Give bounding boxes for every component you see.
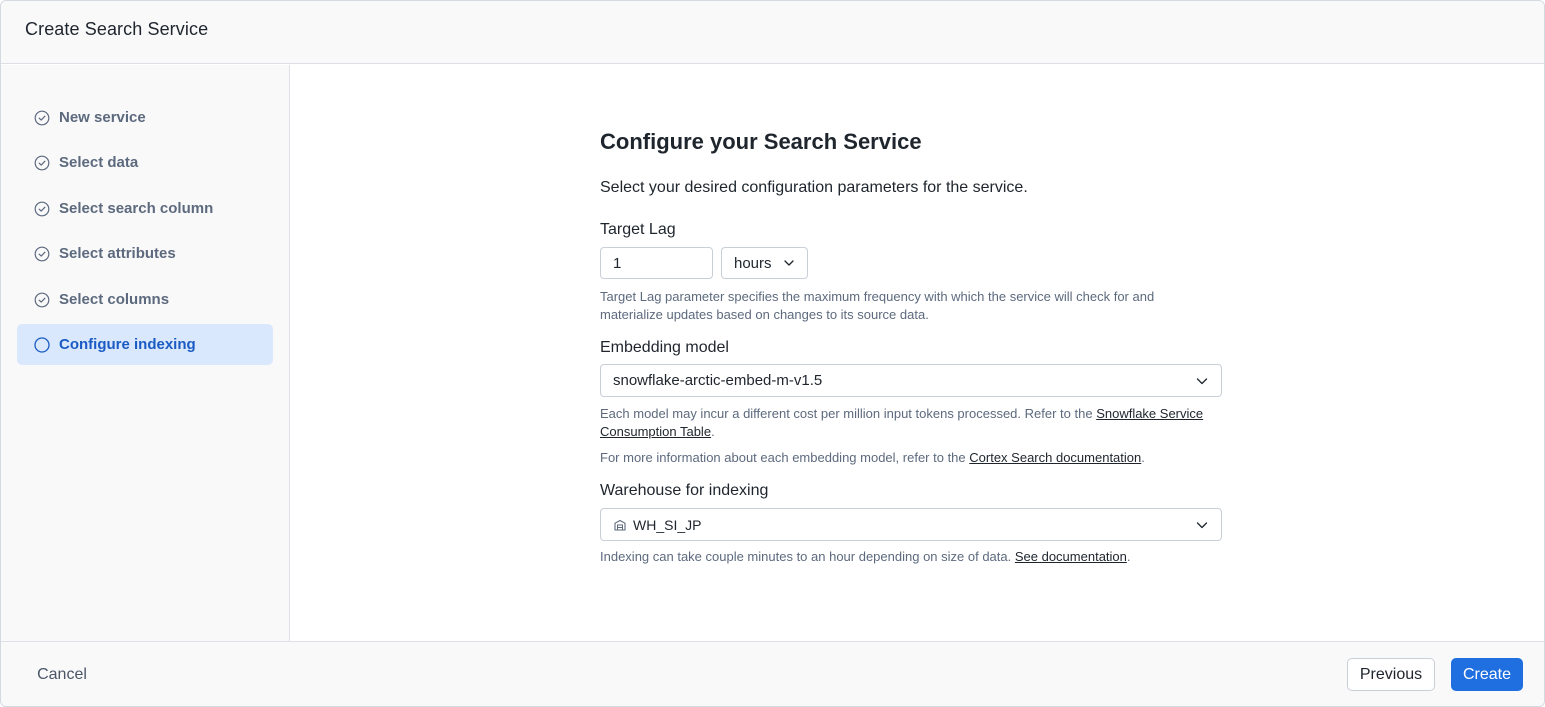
check-circle-icon xyxy=(34,110,50,126)
embedding-model-help-2: For more information about each embeddin… xyxy=(600,449,1222,467)
step-new-service[interactable]: New service xyxy=(17,97,273,138)
cancel-button[interactable]: Cancel xyxy=(26,658,98,691)
embedding-model-help: Each model may incur a different cost pe… xyxy=(600,405,1222,441)
check-circle-icon xyxy=(34,246,50,262)
step-configure-indexing[interactable]: Configure indexing xyxy=(17,324,273,365)
embedding-model-select[interactable]: snowflake-arctic-embed-m-v1.5 xyxy=(600,364,1222,397)
target-lag-unit-select[interactable]: hours xyxy=(721,247,808,279)
dialog-footer: Cancel Previous Create xyxy=(1,641,1544,706)
check-circle-icon xyxy=(34,201,50,217)
dialog-header: Create Search Service xyxy=(1,1,1544,64)
step-label: New service xyxy=(59,109,146,126)
warehouse-help-text: Indexing can take couple minutes to an h… xyxy=(600,549,1015,564)
step-label: Select search column xyxy=(59,200,214,217)
target-lag-value: 1 xyxy=(613,254,622,272)
target-lag-help: Target Lag parameter specifies the maxim… xyxy=(600,289,1155,322)
warehouse-value: WH_SI_JP xyxy=(633,516,702,533)
check-circle-icon xyxy=(34,155,50,171)
create-button[interactable]: Create xyxy=(1451,658,1523,691)
chevron-down-icon xyxy=(1195,374,1209,388)
embedding-help2-text: For more information about each embeddin… xyxy=(600,450,970,465)
step-select-attributes[interactable]: Select attributes xyxy=(17,233,273,274)
warehouse-help: Indexing can take couple minutes to an h… xyxy=(600,548,1222,566)
step-select-search-column[interactable]: Select search column xyxy=(17,188,273,229)
target-lag-unit-value: hours xyxy=(734,254,772,272)
chevron-down-icon xyxy=(783,257,795,269)
chevron-down-icon xyxy=(1195,518,1209,532)
step-label: Select columns xyxy=(59,291,170,308)
embedding-help-text: Each model may incur a different cost pe… xyxy=(600,406,1097,421)
create-search-service-dialog: Create Search Service New service Select… xyxy=(0,0,1545,707)
main-panel: Configure your Search Service Select you… xyxy=(291,65,1544,641)
check-circle-icon xyxy=(34,292,50,308)
previous-button[interactable]: Previous xyxy=(1347,658,1435,691)
warehouse-label: Warehouse for indexing xyxy=(600,482,769,499)
steps-sidebar: New service Select data Select search co… xyxy=(1,65,290,641)
step-select-columns[interactable]: Select columns xyxy=(17,279,273,320)
page-title: Configure your Search Service xyxy=(600,129,922,154)
warehouse-select[interactable]: WH_SI_JP xyxy=(600,508,1222,541)
cortex-search-docs-link[interactable]: Cortex Search documentation xyxy=(969,450,1141,465)
embedding-help-suffix: . xyxy=(711,424,715,439)
target-lag-label: Target Lag xyxy=(600,221,676,238)
see-documentation-link[interactable]: See documentation xyxy=(1015,549,1127,564)
page-subtitle: Select your desired configuration parame… xyxy=(600,179,1028,196)
embedding-model-label: Embedding model xyxy=(600,339,729,356)
circle-icon xyxy=(34,336,50,353)
embedding-help2-suffix: . xyxy=(1141,450,1145,465)
step-label: Configure indexing xyxy=(59,336,196,353)
dialog-title: Create Search Service xyxy=(25,19,209,39)
embedding-model-value: snowflake-arctic-embed-m-v1.5 xyxy=(613,372,823,389)
step-label: Select data xyxy=(59,154,139,171)
warehouse-help-suffix: . xyxy=(1126,549,1131,564)
warehouse-icon xyxy=(613,518,627,532)
step-label: Select attributes xyxy=(59,245,176,262)
target-lag-input[interactable]: 1 xyxy=(600,247,713,279)
step-select-data[interactable]: Select data xyxy=(17,142,273,183)
